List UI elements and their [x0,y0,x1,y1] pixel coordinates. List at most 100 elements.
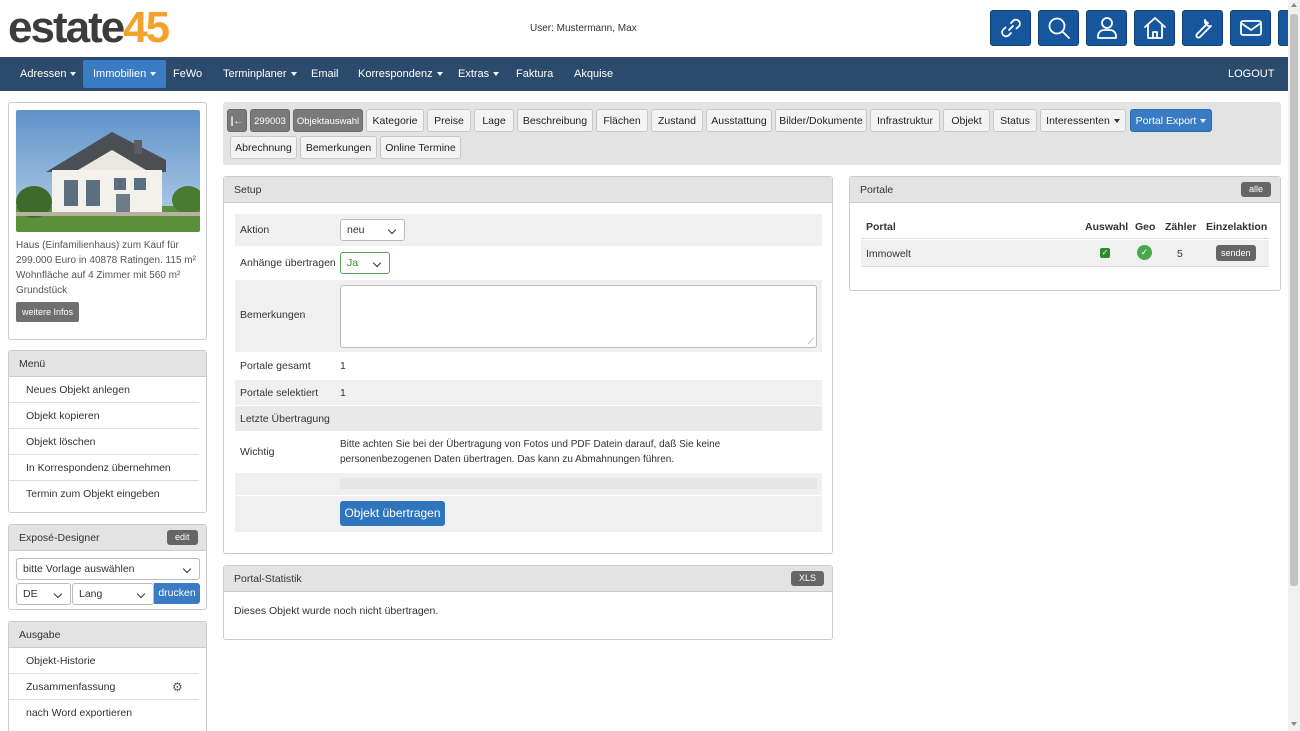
scroll-down-icon[interactable] [1291,722,1297,726]
property-photo[interactable] [16,110,200,232]
portale-selektiert-value: 1 [340,387,346,399]
nav-email[interactable]: Email [301,60,349,88]
tab-online-termine[interactable]: Online Termine [380,136,461,159]
link-icon[interactable] [990,10,1031,46]
resize-handle-icon[interactable]: ⟋ [808,337,814,346]
portale-gesamt-value: 1 [340,360,346,372]
aktion-select[interactable]: neu [340,219,405,241]
nav-immobilien[interactable]: Immobilien [83,60,167,88]
tab-abrechnung[interactable]: Abrechnung [230,136,297,159]
portale-header: Portale alle [850,177,1280,203]
caret-down-icon [436,72,443,77]
menu-item-new-object[interactable]: Neues Objekt anlegen [9,377,199,403]
tab-zustand[interactable]: Zustand [651,109,703,132]
nav-label: Faktura [516,68,554,80]
nav-faktura[interactable]: Faktura [506,60,563,88]
bemerkungen-textarea[interactable]: ⟋ [340,285,817,348]
scroll-thumb[interactable] [1290,14,1298,586]
main-nav: Adressen Immobilien FeWo Terminplaner Em… [0,57,1288,91]
menu-item-to-correspondence[interactable]: In Korrespondenz übernehmen [9,455,199,481]
nav-fewo[interactable]: FeWo [163,60,212,88]
menu-item-summary[interactable]: Zusammenfassung ⚙ [9,674,199,700]
page-scrollbar[interactable] [1288,0,1300,731]
progress-bar [340,478,817,489]
print-button[interactable]: drucken [154,583,200,604]
more-info-button[interactable]: weitere Infos [16,302,80,322]
language-value: DE [23,588,38,600]
gear-icon[interactable]: ⚙ [172,674,183,700]
wrench-icon[interactable] [1182,10,1223,46]
wichtig-text: Bitte achten Sie bei der Übertragung von… [340,439,721,465]
tab-lage[interactable]: Lage [474,109,514,132]
bemerkungen-label: Bemerkungen [240,309,306,321]
first-record-icon: |← [230,116,244,127]
statistik-text: Dieses Objekt wurde noch nicht übertrage… [234,605,439,617]
anhaenge-row: Anhänge übertragen Ja [235,247,822,279]
language-select[interactable]: DE [16,583,71,605]
first-record-button[interactable]: |← [227,109,247,132]
summary-label: Zusammenfassung [26,681,116,693]
length-select[interactable]: Lang [72,583,154,605]
logo[interactable]: estate45 [8,3,170,52]
tab-infrastruktur[interactable]: Infrastruktur [870,109,940,132]
template-select[interactable]: bitte Vorlage auswählen [16,558,200,580]
menu-item-copy-object[interactable]: Objekt kopieren [9,403,199,429]
col-auswahl: Auswahl [1085,221,1129,233]
xls-export-button[interactable]: XLS [791,571,825,586]
nav-adressen[interactable]: Adressen [10,60,86,88]
caret-down-icon [150,72,157,77]
select-checkbox[interactable]: ✓ [1100,248,1110,258]
send-button[interactable]: senden [1216,245,1256,261]
chevron-down-icon [182,564,192,574]
aktion-row: Aktion neu [235,214,822,246]
menu-item-word-export[interactable]: nach Word exportieren [9,700,199,726]
nav-akquise[interactable]: Akquise [564,60,623,88]
object-id-badge[interactable]: 299003 [250,109,290,132]
mail-icon[interactable] [1230,10,1271,46]
menu-item-add-appointment[interactable]: Termin zum Objekt eingeben [9,481,199,507]
tab-objekt[interactable]: Objekt [943,109,990,132]
nav-extras[interactable]: Extras [448,60,509,88]
tab-portal-export[interactable]: Portal Export [1130,109,1212,132]
col-einzelaktion: Einzelaktion [1206,221,1268,233]
portal-name: Immowelt [866,248,911,260]
menu-item-delete-object[interactable]: Objekt löschen [9,429,199,455]
tab-objektauswahl[interactable]: Objektauswahl [293,109,363,132]
menu-panel: Menü Neues Objekt anlegen Objekt kopiere… [8,350,207,513]
portal-statistik-panel: Portal-Statistik XLS Dieses Objekt wurde… [223,565,833,640]
tab-interessenten[interactable]: Interessenten [1040,109,1126,132]
scroll-up-icon[interactable] [1291,3,1297,7]
tab-kategorie[interactable]: Kategorie [366,109,424,132]
user-icon[interactable] [1086,10,1127,46]
logout-button[interactable]: LOGOUT [1218,60,1284,88]
home-icon[interactable] [1134,10,1175,46]
select-all-button[interactable]: alle [1241,182,1272,197]
anhaenge-select[interactable]: Ja [340,252,390,274]
setup-header: Setup [224,177,832,203]
portale-selektiert-label: Portale selektiert [240,387,319,399]
col-zaehler: Zähler [1165,221,1197,233]
tab-bilder-dokumente[interactable]: Bilder/Dokumente [775,109,867,132]
menu-header: Menü [9,351,206,377]
tab-flaechen[interactable]: Flächen [596,109,648,132]
transfer-object-button[interactable]: Objekt übertragen [340,501,445,526]
expose-title: Exposé-Designer [19,532,100,544]
tab-label: Portal Export [1135,115,1197,127]
search-icon[interactable] [1038,10,1079,46]
tab-beschreibung[interactable]: Beschreibung [517,109,593,132]
chevron-down-icon [136,589,146,599]
nav-label: Extras [458,68,490,80]
menu-item-history[interactable]: Objekt-Historie [9,648,199,674]
nav-korrespondenz[interactable]: Korrespondenz [348,60,453,88]
letzte-row: Letzte Übertragung [235,406,822,431]
caret-down-icon [290,72,297,77]
caret-down-icon [1200,119,1207,124]
tab-bemerkungen[interactable]: Bemerkungen [300,136,377,159]
nav-terminplaner[interactable]: Terminplaner [213,60,307,88]
tab-preise[interactable]: Preise [427,109,471,132]
counter-value: 5 [1177,248,1183,260]
logo-number: 45 [123,3,170,52]
edit-button[interactable]: edit [167,530,198,545]
tab-ausstattung[interactable]: Ausstattung [706,109,772,132]
tab-status[interactable]: Status [993,109,1037,132]
